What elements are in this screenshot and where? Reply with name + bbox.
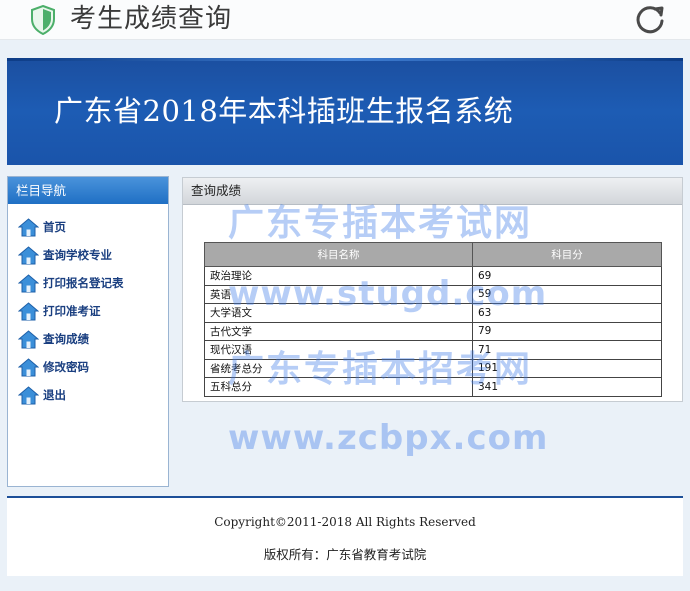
owner-text: 版权所有：广东省教育考试院 xyxy=(263,547,427,562)
system-title: 广东省2018年本科插班生报名系统 xyxy=(54,94,514,128)
nav-item-logout[interactable]: 退出 xyxy=(8,381,168,409)
score-cell: 63 xyxy=(472,303,662,323)
house-icon xyxy=(18,329,39,348)
house-icon xyxy=(18,217,39,236)
watermark-url: www.zcbpx.com xyxy=(228,418,549,458)
table-row: 政治理论 69 xyxy=(204,266,662,286)
score-cell: 79 xyxy=(472,321,662,341)
table-header-row: 科目名称 科目分 xyxy=(204,242,662,267)
nav-item-query-scores[interactable]: 查询成绩 xyxy=(8,325,168,353)
nav-item-change-password[interactable]: 修改密码 xyxy=(8,353,168,381)
sidebar-title: 栏目导航 xyxy=(8,177,168,204)
nav-label: 打印报名登记表 xyxy=(43,276,124,290)
copyright-text: Copyright©2011-2018 All Rights Reserved xyxy=(214,515,476,529)
nav-label: 退出 xyxy=(43,388,66,402)
nav-item-school-majors[interactable]: 查询学校专业 xyxy=(8,241,168,269)
table-row: 现代汉语 71 xyxy=(204,340,662,360)
sidebar-nav: 栏目导航 首页 查询学校专业 打印报名登记表 打印准考证 查询成绩 修改密码 退… xyxy=(7,176,169,487)
shield-check-icon xyxy=(31,5,55,35)
nav-item-home[interactable]: 首页 xyxy=(8,213,168,241)
nav-label: 打印准考证 xyxy=(43,304,101,318)
table-row: 省统考总分 191 xyxy=(204,358,662,378)
subject-cell: 古代文学 xyxy=(204,321,473,341)
subject-cell: 五科总分 xyxy=(204,377,473,397)
nav-label: 查询学校专业 xyxy=(43,248,112,262)
column-header-score: 科目分 xyxy=(472,242,662,267)
nav-list: 首页 查询学校专业 打印报名登记表 打印准考证 查询成绩 修改密码 退出 xyxy=(8,204,168,409)
score-panel: 查询成绩 科目名称 科目分 政治理论 69 英语 59 大学语文 63 古代文学 xyxy=(182,177,683,402)
house-icon xyxy=(18,301,39,320)
column-header-subject: 科目名称 xyxy=(204,242,473,267)
score-table: 科目名称 科目分 政治理论 69 英语 59 大学语文 63 古代文学 79 现 xyxy=(204,242,662,397)
nav-label: 修改密码 xyxy=(43,360,89,374)
refresh-icon[interactable] xyxy=(633,2,667,36)
score-cell: 191 xyxy=(472,358,662,378)
subject-cell: 省统考总分 xyxy=(204,358,473,378)
subject-cell: 现代汉语 xyxy=(204,340,473,360)
nav-label: 查询成绩 xyxy=(43,332,89,346)
score-cell: 69 xyxy=(472,266,662,286)
table-row: 英语 59 xyxy=(204,284,662,304)
house-icon xyxy=(18,245,39,264)
subject-cell: 政治理论 xyxy=(204,266,473,286)
table-row: 古代文学 79 xyxy=(204,321,662,341)
score-cell: 71 xyxy=(472,340,662,360)
nav-item-print-admission-ticket[interactable]: 打印准考证 xyxy=(8,297,168,325)
score-cell: 341 xyxy=(472,377,662,397)
table-row: 大学语文 63 xyxy=(204,303,662,323)
house-icon xyxy=(18,357,39,376)
panel-title: 查询成绩 xyxy=(183,178,682,205)
table-row: 五科总分 341 xyxy=(204,377,662,397)
subject-cell: 英语 xyxy=(204,284,473,304)
nav-item-print-registration[interactable]: 打印报名登记表 xyxy=(8,269,168,297)
app-bar: 考生成绩查询 xyxy=(0,0,690,40)
nav-label: 首页 xyxy=(43,220,66,234)
footer: Copyright©2011-2018 All Rights Reserved … xyxy=(7,496,683,576)
page-title: 考生成绩查询 xyxy=(70,4,233,34)
house-icon xyxy=(18,273,39,292)
header-banner: 广东省2018年本科插班生报名系统 xyxy=(7,58,683,165)
house-icon xyxy=(18,385,39,404)
score-cell: 59 xyxy=(472,284,662,304)
subject-cell: 大学语文 xyxy=(204,303,473,323)
